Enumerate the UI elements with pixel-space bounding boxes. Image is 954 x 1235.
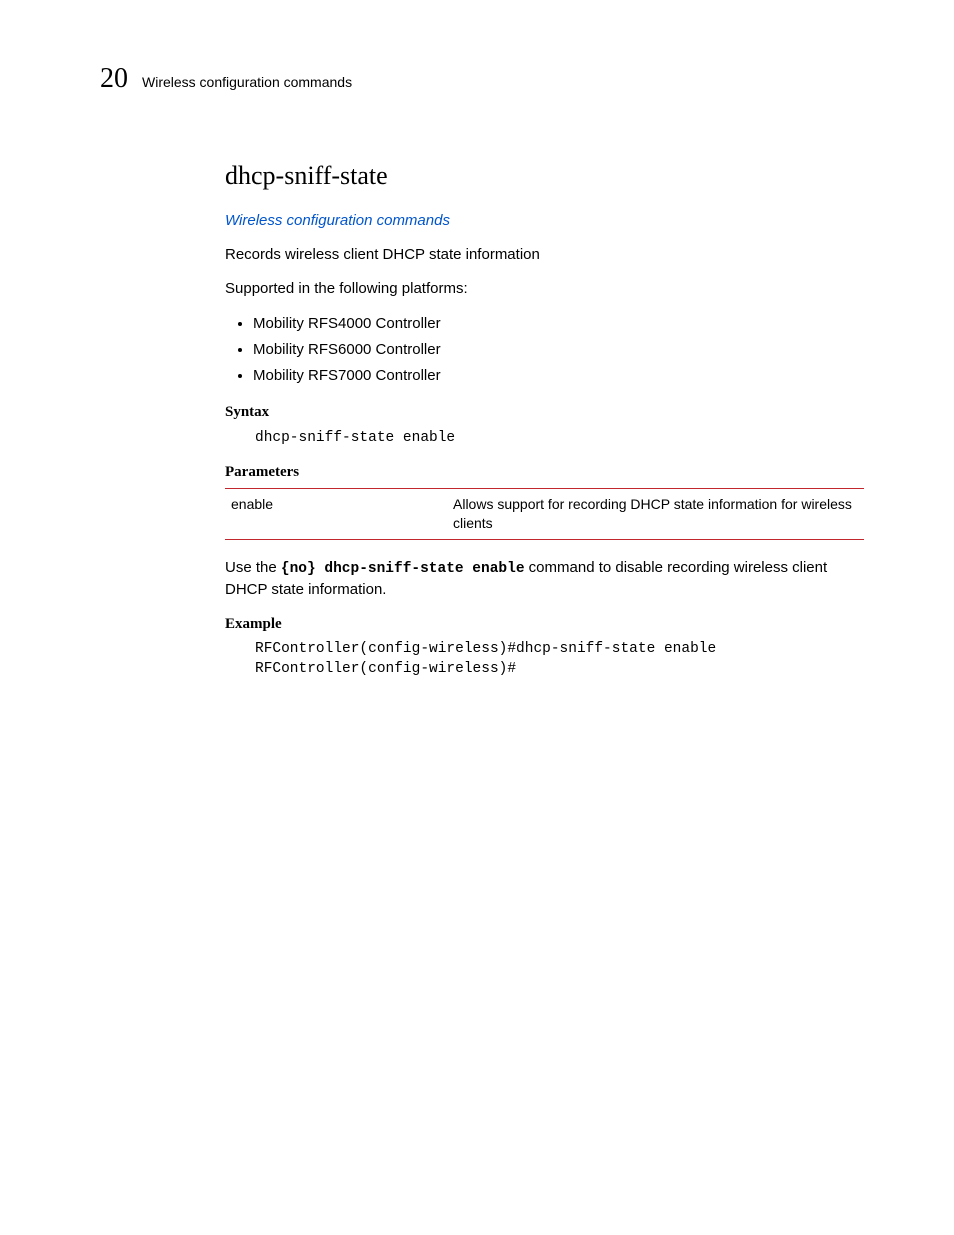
usage-note: Use the {no} dhcp-sniff-state enable com… — [225, 558, 864, 600]
param-desc: Allows support for recording DHCP state … — [447, 489, 864, 540]
syntax-label: Syntax — [225, 402, 864, 422]
description-text: Records wireless client DHCP state infor… — [225, 245, 864, 265]
platforms-list: Mobility RFS4000 Controller Mobility RFS… — [225, 314, 864, 387]
list-item: Mobility RFS6000 Controller — [253, 340, 864, 360]
page-number: 20 — [100, 60, 128, 98]
page-content: dhcp-sniff-state Wireless configuration … — [225, 158, 864, 680]
list-item: Mobility RFS7000 Controller — [253, 366, 864, 386]
usage-code: {no} dhcp-sniff-state enable — [281, 561, 525, 577]
param-name: enable — [225, 489, 447, 540]
list-item: Mobility RFS4000 Controller — [253, 314, 864, 334]
parameters-table-wrap: enable Allows support for recording DHCP… — [225, 488, 864, 540]
command-title: dhcp-sniff-state — [225, 158, 864, 193]
table-row: enable Allows support for recording DHCP… — [225, 489, 864, 540]
usage-prefix: Use the — [225, 559, 281, 576]
page: 20 Wireless configuration commands dhcp-… — [0, 0, 954, 1235]
example-label: Example — [225, 614, 864, 634]
syntax-code: dhcp-sniff-state enable — [255, 429, 864, 449]
page-header: 20 Wireless configuration commands — [100, 60, 864, 98]
parameters-table: enable Allows support for recording DHCP… — [225, 488, 864, 540]
example-code: RFController(config-wireless)#dhcp-sniff… — [255, 640, 864, 679]
running-title: Wireless configuration commands — [142, 73, 352, 92]
parameters-label: Parameters — [225, 462, 864, 482]
supported-intro: Supported in the following platforms: — [225, 279, 864, 299]
breadcrumb-link[interactable]: Wireless configuration commands — [225, 211, 450, 231]
